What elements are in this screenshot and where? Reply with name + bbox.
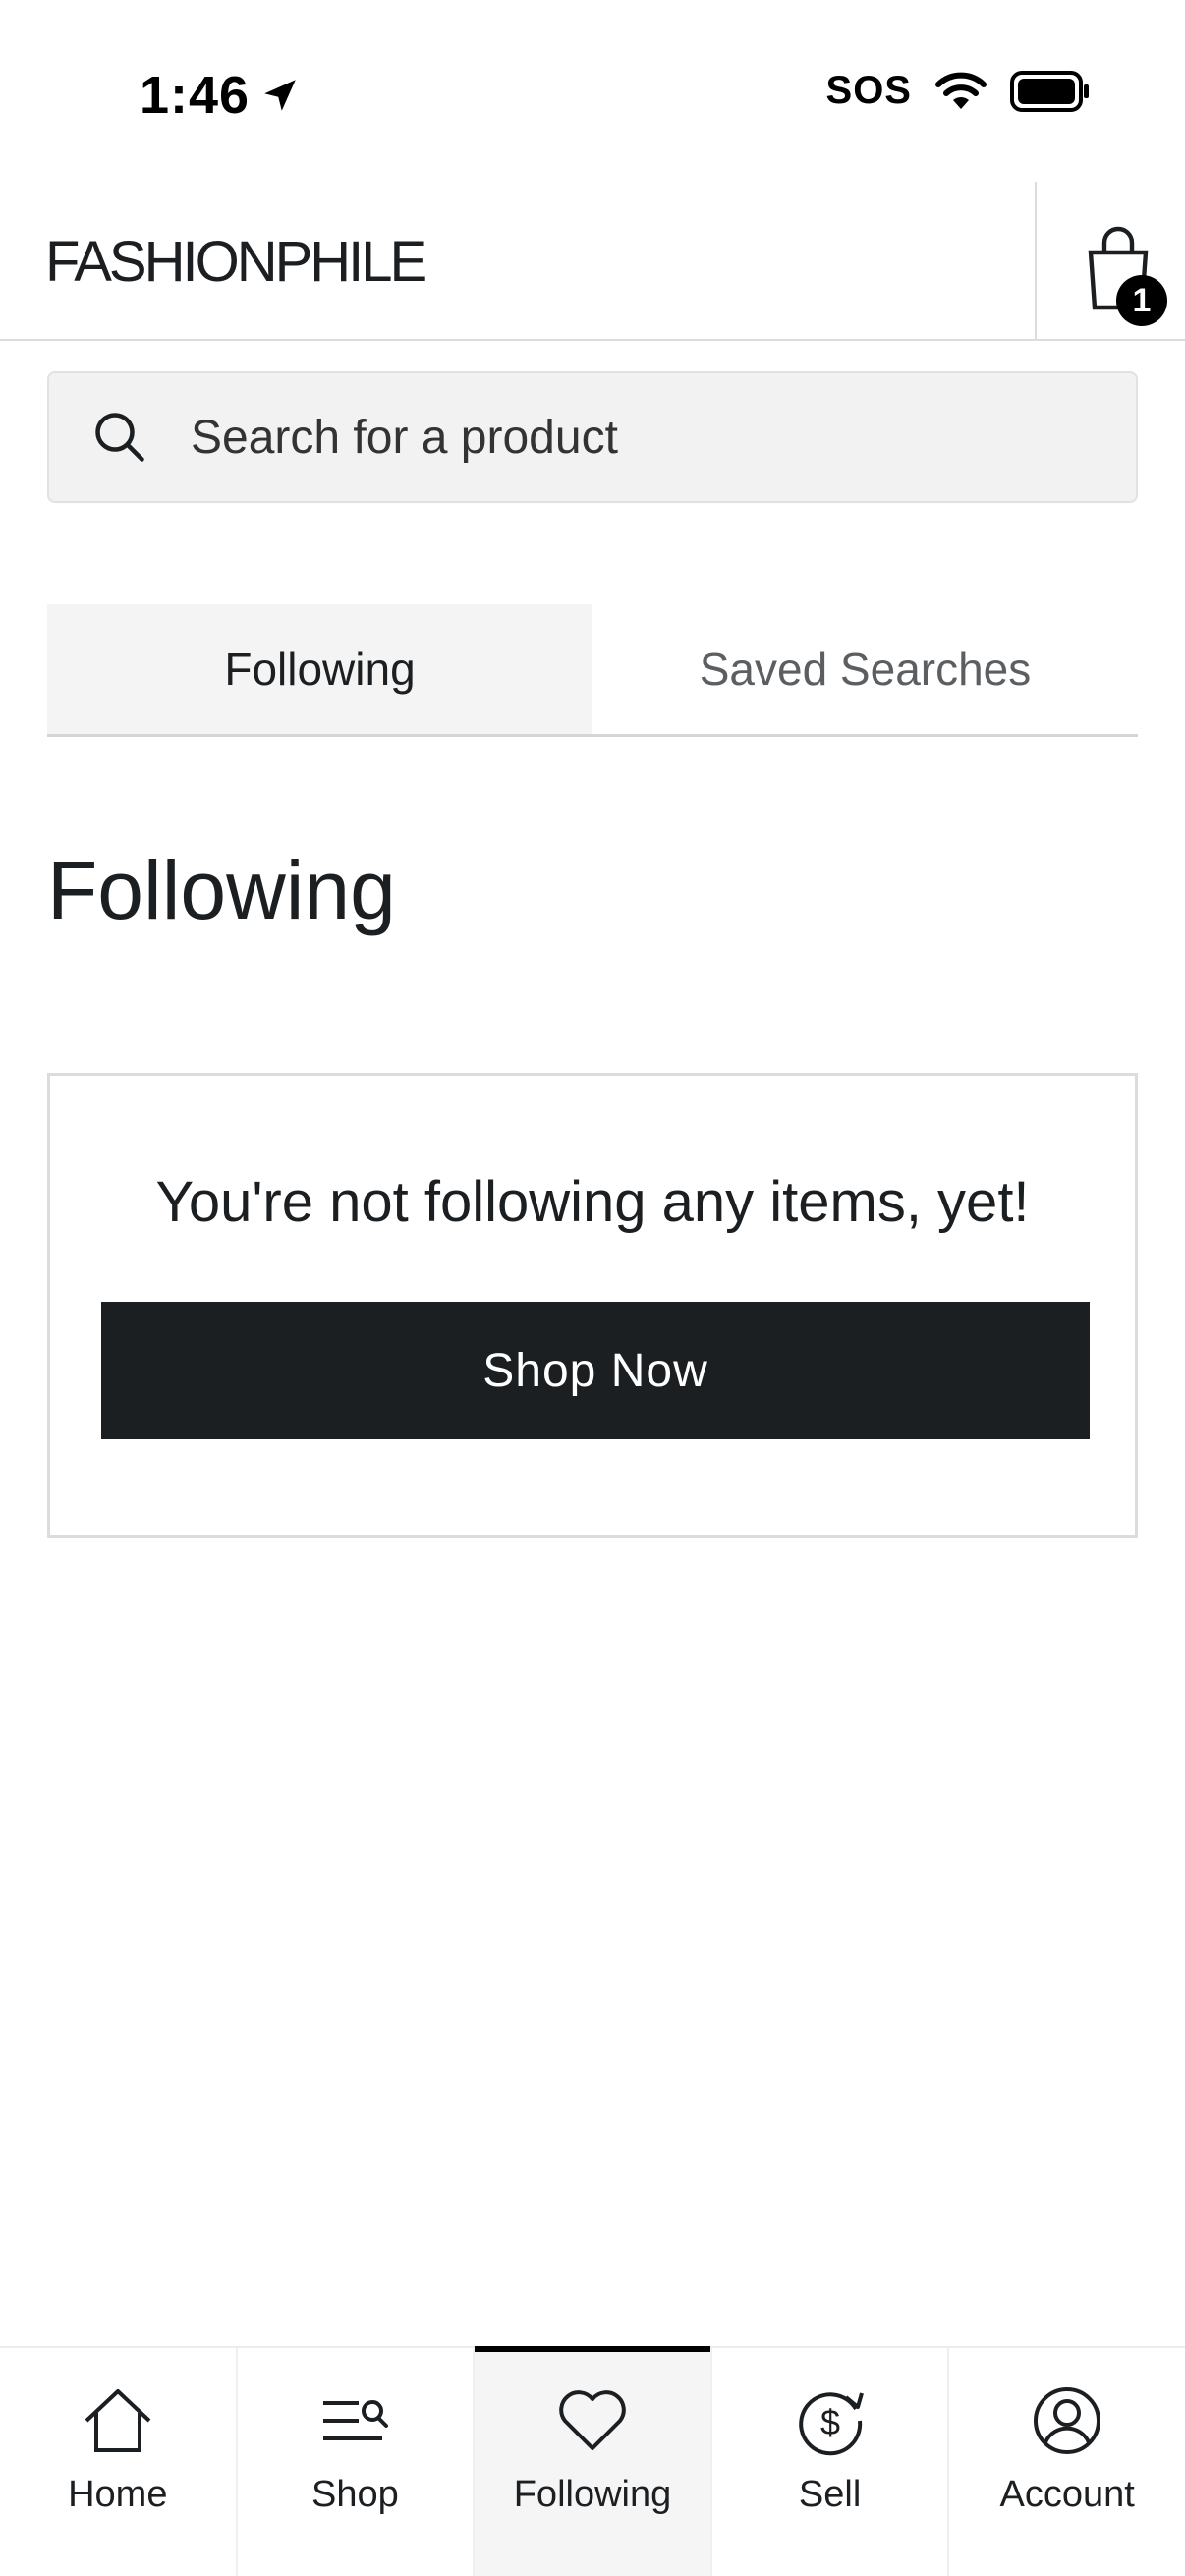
empty-state-message: You're not following any items, yet! (155, 1170, 1030, 1234)
sos-indicator: SOS (825, 69, 912, 112)
status-time: 1:46 (140, 65, 301, 126)
tab-saved-searches[interactable]: Saved Searches (592, 604, 1138, 734)
header-divider (1035, 182, 1037, 339)
search-input[interactable] (191, 410, 1075, 465)
shop-search-icon (323, 2400, 389, 2440)
nav-label-account: Account (999, 2474, 1135, 2515)
search-bar[interactable] (47, 371, 1138, 503)
search-icon (95, 413, 144, 462)
nav-item-sell[interactable]: $ Sell (712, 2348, 950, 2576)
battery-icon (1010, 70, 1089, 112)
status-time-text: 1:46 (140, 66, 251, 125)
nav-label-sell: Sell (798, 2474, 862, 2515)
app-header: FASHIONPHILE (0, 182, 1185, 341)
svg-text:$: $ (820, 2402, 840, 2442)
following-screen: 1:46 SOS FASHIONPHILE 1 Search for a pro… (0, 0, 1185, 2576)
nav-item-following[interactable]: Following (475, 2346, 712, 2576)
fashionphile-logo[interactable]: FASHIONPHILE (45, 229, 427, 295)
dollar-cycle-icon: $ (798, 2392, 864, 2456)
nav-item-shop[interactable]: Shop (238, 2348, 476, 2576)
status-bar: 1:46 SOS (0, 0, 1185, 182)
nav-label-home: Home (68, 2474, 168, 2515)
nav-item-home[interactable]: Home (0, 2348, 238, 2576)
status-indicators: SOS (826, 69, 1091, 113)
wifi-icon (935, 72, 987, 109)
page-title: Following (47, 844, 396, 936)
cart-count-badge: 1 (1116, 275, 1167, 326)
shop-now-button[interactable]: Shop Now (101, 1302, 1090, 1439)
home-icon (85, 2389, 151, 2452)
nav-label-following: Following (513, 2474, 672, 2515)
empty-state-card: You're not following any items, yet! Sho… (47, 1073, 1138, 1538)
nav-label-shop: Shop (311, 2474, 399, 2515)
location-arrow-icon (264, 80, 296, 111)
tab-bar: Following Saved Searches (47, 604, 1138, 737)
heart-icon (559, 2390, 626, 2450)
nav-item-account[interactable]: Account (949, 2348, 1185, 2576)
tab-following[interactable]: Following (47, 604, 592, 734)
bottom-nav: Home Shop Following $ Sell Account (0, 2346, 1185, 2576)
account-icon (1034, 2387, 1101, 2454)
